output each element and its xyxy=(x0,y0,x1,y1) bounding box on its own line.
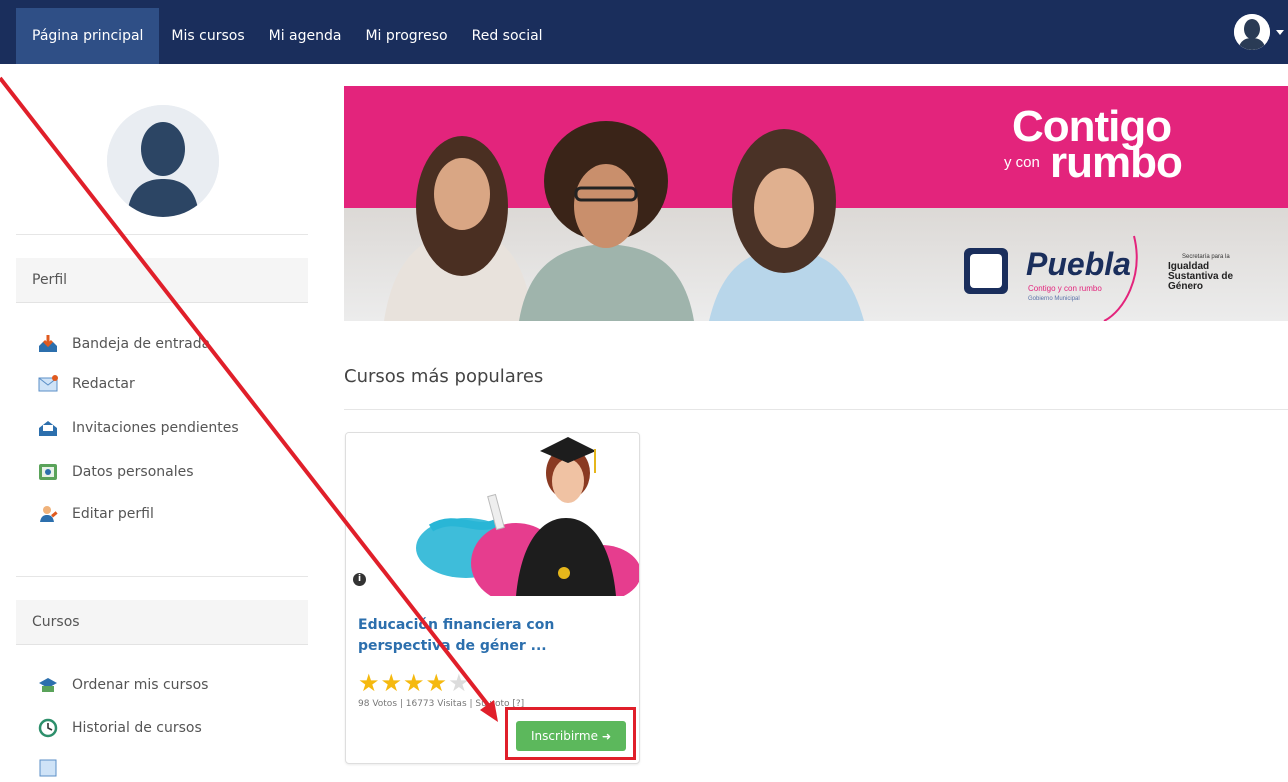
profile-panel-title: Perfil xyxy=(16,258,308,303)
course-title-link[interactable]: Educación financiera con perspectiva de … xyxy=(358,615,628,657)
secretaria-small: Secretaría para la xyxy=(1182,254,1230,260)
top-navbar: Página principal Mis cursos Mi agenda Mi… xyxy=(0,0,1288,64)
nav-agenda[interactable]: Mi agenda xyxy=(257,8,354,64)
sidebar-item-label: Redactar xyxy=(72,376,135,392)
secretaria-line3: Género xyxy=(1168,281,1204,292)
divider xyxy=(344,409,1288,410)
courses-panel-title: Cursos xyxy=(16,600,308,645)
envelope-icon xyxy=(38,374,58,394)
sidebar-item-label: Bandeja de entrada xyxy=(72,336,211,352)
sidebar-item-invitations[interactable]: Invitaciones pendientes xyxy=(38,416,239,440)
sidebar-item-inbox[interactable]: Bandeja de entrada xyxy=(38,332,210,356)
main-nav: Página principal Mis cursos Mi agenda Mi… xyxy=(16,8,555,64)
inbox-icon xyxy=(38,334,58,354)
info-icon[interactable]: i xyxy=(353,573,366,586)
sidebar-item-partial[interactable] xyxy=(38,756,72,780)
puebla-tagline: Contigo y con rumbo xyxy=(1028,284,1102,293)
banner-title-word2: rumbo xyxy=(1050,138,1183,187)
popular-courses-heading: Cursos más populares xyxy=(344,366,544,387)
profile-avatar xyxy=(107,105,219,217)
edit-profile-icon xyxy=(38,504,58,524)
star-filled-icon[interactable]: ★ xyxy=(403,671,425,695)
user-avatar-menu[interactable] xyxy=(1234,14,1270,50)
puebla-logo-text: Puebla xyxy=(1026,246,1131,282)
star-rating[interactable]: ★ ★ ★ ★ ★ xyxy=(358,671,471,695)
document-icon xyxy=(38,758,58,778)
invitations-icon xyxy=(38,418,58,438)
nav-social[interactable]: Red social xyxy=(460,8,555,64)
star-filled-icon[interactable]: ★ xyxy=(381,671,403,695)
history-icon xyxy=(38,718,58,738)
star-empty-icon[interactable]: ★ xyxy=(448,671,470,695)
secretaria-name: Igualdad Sustantiva de Género xyxy=(1168,262,1233,292)
sidebar-item-label: Editar perfil xyxy=(72,506,154,522)
sidebar-item-edit-profile[interactable]: Editar perfil xyxy=(38,502,154,526)
banner-title-small: y con xyxy=(1004,154,1040,171)
sort-courses-icon xyxy=(38,675,58,695)
puebla-subtitle: Gobierno Municipal xyxy=(1028,296,1080,302)
divider xyxy=(16,576,308,577)
course-image[interactable]: i xyxy=(346,433,639,603)
sidebar-item-label: Datos personales xyxy=(72,464,194,480)
personal-data-icon xyxy=(38,462,58,482)
nav-my-courses[interactable]: Mis cursos xyxy=(159,8,256,64)
sidebar-item-compose[interactable]: Redactar xyxy=(38,372,135,396)
sidebar-item-label: Historial de cursos xyxy=(72,720,202,736)
chevron-down-icon[interactable] xyxy=(1276,30,1284,35)
promo-banner: Contigo y con rumbo Puebla Contigo y con… xyxy=(344,86,1288,321)
nav-home[interactable]: Página principal xyxy=(16,8,160,64)
sidebar-item-personal-data[interactable]: Datos personales xyxy=(38,460,194,484)
course-meta: 98 Votos | 16773 Visitas | Su voto [?] xyxy=(358,699,525,709)
sidebar-item-label: Ordenar mis cursos xyxy=(72,677,209,693)
sidebar-item-course-history[interactable]: Historial de cursos xyxy=(38,716,202,740)
star-filled-icon[interactable]: ★ xyxy=(358,671,380,695)
sidebar-item-sort-courses[interactable]: Ordenar mis cursos xyxy=(38,673,208,697)
star-filled-icon[interactable]: ★ xyxy=(426,671,448,695)
nav-progress[interactable]: Mi progreso xyxy=(353,8,459,64)
annotation-highlight-box xyxy=(505,707,636,760)
sidebar-item-label: Invitaciones pendientes xyxy=(72,420,239,436)
divider xyxy=(16,234,308,235)
